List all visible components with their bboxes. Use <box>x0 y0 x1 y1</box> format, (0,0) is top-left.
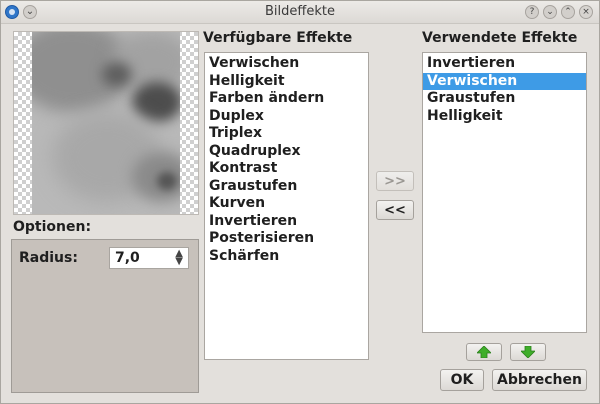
image-preview <box>13 31 199 215</box>
radius-spinbox[interactable]: 7,0 ▲ ▼ <box>109 247 189 269</box>
cancel-button[interactable]: Abbrechen <box>492 369 587 391</box>
window-title: Bildeffekte <box>265 4 335 19</box>
preview-photo <box>32 32 180 214</box>
list-item[interactable]: Invertieren <box>423 55 586 73</box>
remove-effect-button[interactable]: << <box>376 200 414 220</box>
list-item[interactable]: Helligkeit <box>205 73 368 91</box>
add-effect-button[interactable]: >> <box>376 171 414 191</box>
ok-button[interactable]: OK <box>440 369 484 391</box>
available-effects-title: Verfügbare Effekte <box>203 30 353 46</box>
list-item[interactable]: Invertieren <box>205 213 368 231</box>
spin-arrows-icon[interactable]: ▲ ▼ <box>175 249 183 267</box>
list-item[interactable]: Schärfen <box>205 248 368 266</box>
used-effects-list[interactable]: Invertieren Verwischen Graustufen Hellig… <box>422 52 587 333</box>
list-item[interactable]: Kurven <box>205 195 368 213</box>
radius-label: Radius: <box>19 250 78 266</box>
maximize-button[interactable]: ⌃ <box>561 5 575 19</box>
available-effects-list[interactable]: Verwischen Helligkeit Farben ändern Dupl… <box>204 52 369 360</box>
close-button[interactable]: × <box>579 5 593 19</box>
list-item[interactable]: Helligkeit <box>423 108 586 126</box>
move-down-button[interactable] <box>510 343 546 361</box>
options-panel: Radius: 7,0 ▲ ▼ <box>11 239 199 393</box>
arrow-down-icon <box>521 346 535 358</box>
list-item[interactable]: Farben ändern <box>205 90 368 108</box>
minimize-button[interactable]: ⌄ <box>543 5 557 19</box>
move-up-button[interactable] <box>466 343 502 361</box>
list-item[interactable]: Posterisieren <box>205 230 368 248</box>
options-title: Optionen: <box>13 219 92 235</box>
list-item[interactable]: Duplex <box>205 108 368 126</box>
list-item[interactable]: Graustufen <box>205 178 368 196</box>
list-item-selected[interactable]: Verwischen <box>423 72 586 90</box>
arrow-up-icon <box>477 346 491 358</box>
used-effects-title: Verwendete Effekte <box>422 30 578 46</box>
radius-value[interactable]: 7,0 <box>115 250 140 266</box>
list-item[interactable]: Quadruplex <box>205 143 368 161</box>
bildeffekte-dialog: ⌄ Bildeffekte ? ⌄ ⌃ × Optionen: Radius: … <box>0 0 600 404</box>
list-item[interactable]: Kontrast <box>205 160 368 178</box>
help-button[interactable]: ? <box>525 5 539 19</box>
list-item[interactable]: Verwischen <box>205 55 368 73</box>
titlebar: ⌄ Bildeffekte ? ⌄ ⌃ × <box>1 1 599 24</box>
list-item[interactable]: Graustufen <box>423 90 586 108</box>
list-item[interactable]: Triplex <box>205 125 368 143</box>
